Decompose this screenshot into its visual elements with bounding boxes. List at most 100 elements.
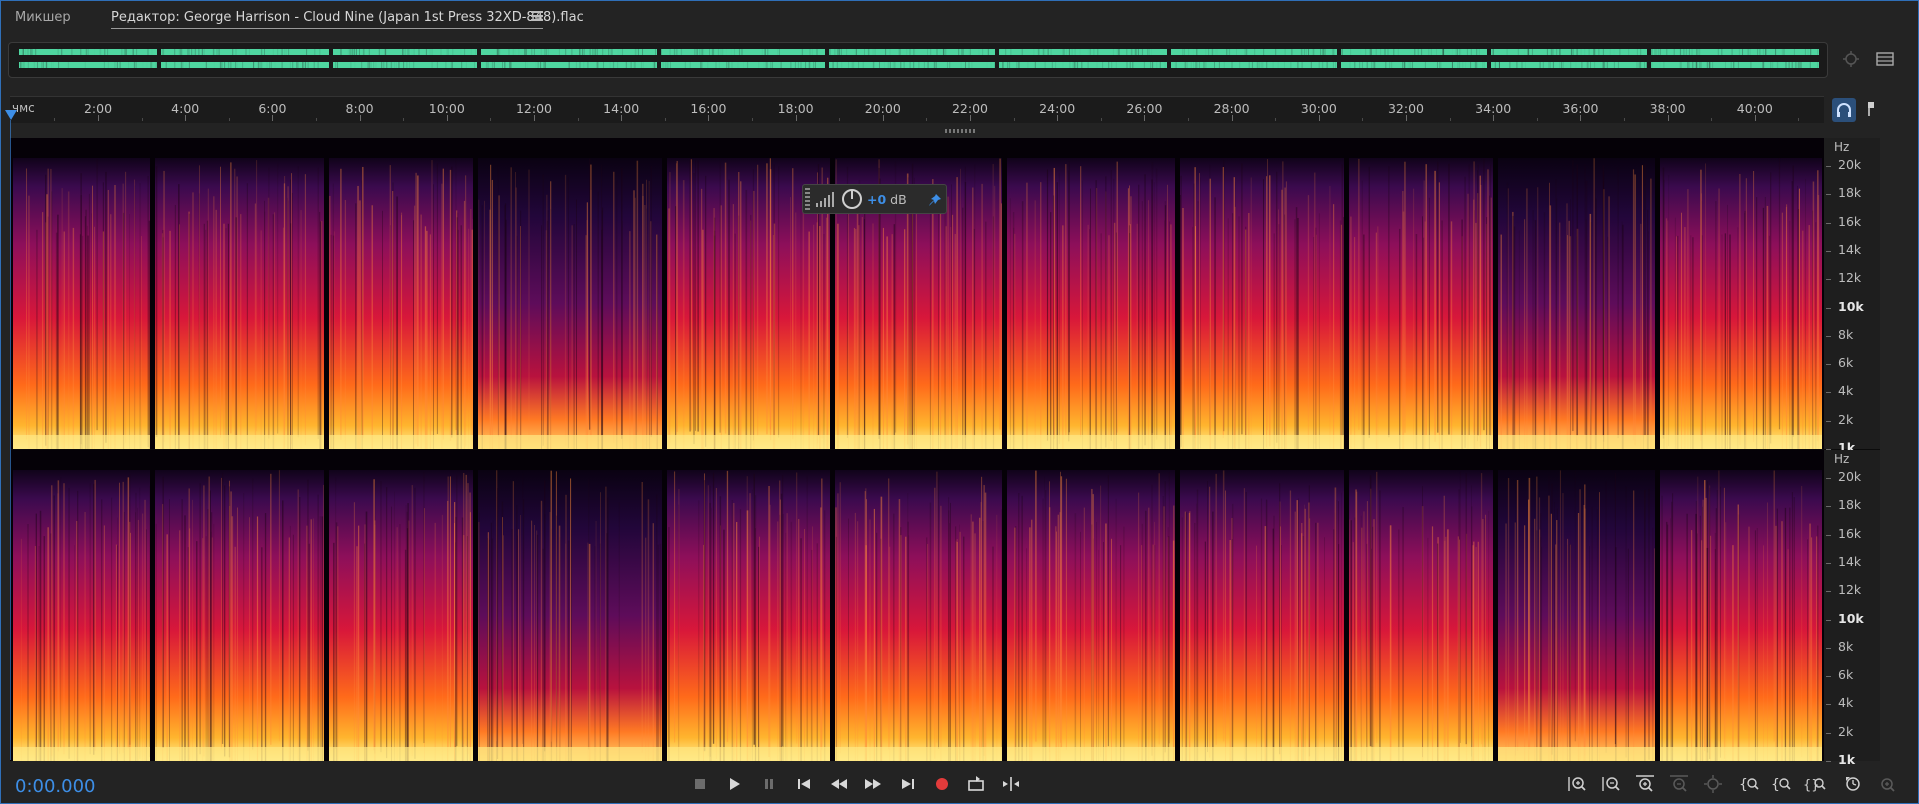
fast-forward-icon[interactable] [861,772,885,796]
skip-to-start-icon[interactable] [792,772,816,796]
ruler-label: 34:00 [1475,101,1512,116]
zoom-in-point-icon[interactable]: { [1737,772,1761,796]
low-frequency-band [478,435,662,449]
stop-icon[interactable] [688,772,712,796]
skip-selection-icon[interactable] [999,772,1023,796]
overview-waveform-streak [1196,48,1198,56]
rewind-icon[interactable] [827,772,851,796]
overview-waveform-streak [487,61,489,69]
skip-to-end-icon[interactable] [896,772,920,796]
timecode-display[interactable]: 0:00.000 [15,776,96,797]
spectral-streak [1781,212,1783,449]
time-ruler[interactable]: чмс 2:00 4:00 6:00 8:00 10:00 12:00 14:00 16:00… [10,96,1824,123]
loop-playback-icon[interactable] [964,772,988,796]
low-frequency-band [835,747,1002,761]
overview-waveform-streak [1360,48,1361,56]
record-icon[interactable] [930,772,954,796]
hud-drag-grip[interactable] [805,188,810,210]
vertical-scroll-gutter[interactable] [1880,124,1918,764]
spectral-streak [810,549,813,761]
overview-waveform-streak [790,61,792,69]
spectral-streak [135,512,136,761]
zoom-in-time-icon[interactable] [1633,772,1657,796]
spectral-streak [1745,178,1747,449]
tab-editor[interactable]: Редактор: George Harrison - Cloud Nine (… [111,10,584,25]
marker-pin-icon[interactable] [1862,98,1882,122]
spectral-streak [1169,221,1170,449]
overview-waveform-streak [543,61,545,69]
spectral-streak [1787,549,1789,761]
spectral-streak [1569,544,1571,761]
spectral-streak [205,229,207,449]
spectral-streak [518,529,520,761]
overview-waveform-streak [694,48,696,56]
low-frequency-band [1349,435,1493,449]
vertical-resize-handle[interactable] [945,129,975,133]
spectral-streak [522,472,524,744]
spectral-streak [800,538,802,761]
ruler-label: 32:00 [1387,101,1425,116]
overview-waveform-streak [1102,61,1104,69]
spectral-streak [130,532,131,761]
overview-waveform-streak [1697,48,1699,56]
spectral-streak [1570,199,1571,449]
overview-waveform-streak [1266,61,1268,69]
pin-icon[interactable] [927,192,943,212]
spectral-streak [1686,513,1688,761]
spectral-streak [1534,220,1537,449]
spectral-streak [1677,235,1679,449]
overview-waveform-streak [915,48,916,56]
spectral-streak [945,226,947,449]
overview-waveform-streak [261,48,263,56]
low-frequency-band [13,435,150,449]
overview-waveform-streak [1291,48,1293,56]
overview-waveform-streak [1738,48,1740,56]
spectral-streak [290,223,292,449]
spectral-streak [434,522,436,761]
headphones-icon[interactable] [1832,98,1856,122]
panel-list-icon[interactable] [1874,48,1896,70]
overview-waveform-streak [1699,48,1701,56]
zoom-full-icon[interactable] [1701,772,1725,796]
zoom-out-amplitude-icon[interactable] [1599,772,1623,796]
overview-waveform-streak [1174,61,1175,69]
spectral-streak [668,527,670,761]
spectral-streak [1363,511,1365,761]
spectral-streak [27,524,29,761]
playhead-marker[interactable] [5,110,17,120]
overview-waveform-streak [1087,61,1089,69]
overview-waveform-streak [1156,61,1157,69]
frequency-label: 18k [1838,185,1862,201]
gain-knob-icon[interactable] [841,188,863,214]
zoom-out-time-icon[interactable] [1667,772,1691,796]
pause-icon[interactable] [757,772,781,796]
spectral-display-right-channel[interactable] [10,450,1824,761]
zoom-selection-icon[interactable]: {} [1803,772,1827,796]
hamburger-icon[interactable] [531,11,543,21]
play-icon[interactable] [722,772,746,796]
spectral-streak [806,475,808,747]
spectral-streak [703,544,704,761]
spectral-streak [289,525,291,761]
spectral-streak [720,205,722,449]
spectral-streak [1222,167,1224,439]
zoom-overview-icon[interactable] [1840,48,1862,70]
spectral-streak [467,483,469,755]
spectral-streak [431,160,433,432]
tab-mixer[interactable]: Микшер [15,10,71,25]
spectral-streak [277,162,279,434]
zoom-out-point-icon[interactable]: { [1769,772,1793,796]
overview-waveform-streak [1075,61,1077,69]
spectral-streak [1207,481,1208,753]
overview-waveform-streak [436,61,438,69]
spectral-streak [1413,188,1415,449]
gain-hud[interactable]: +0 dB [802,184,947,214]
spectral-streak [1185,512,1188,761]
zoom-in-amplitude-icon[interactable] [1565,772,1589,796]
zoom-reset-icon[interactable] [1875,772,1899,796]
overview-waveform-streak [717,48,719,56]
spectral-streak [839,482,841,754]
zoom-history-icon[interactable] [1841,772,1865,796]
waveform-overview[interactable] [8,42,1828,78]
spectral-streak [1162,495,1164,761]
